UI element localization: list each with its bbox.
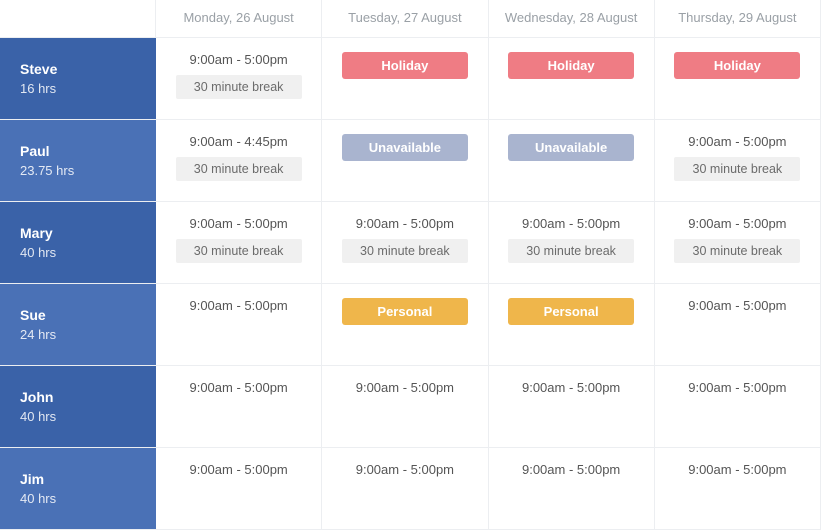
employee-hours: 40 hrs bbox=[20, 491, 136, 506]
shift-cell[interactable]: Holiday bbox=[489, 38, 655, 120]
shift-cell[interactable]: 9:00am - 5:00pm bbox=[322, 366, 488, 448]
employee-name: Paul bbox=[20, 143, 136, 159]
shift-time: 9:00am - 5:00pm bbox=[688, 462, 786, 477]
shift-time: 9:00am - 5:00pm bbox=[522, 380, 620, 395]
employee-name: Jim bbox=[20, 471, 136, 487]
shift-time: 9:00am - 5:00pm bbox=[688, 216, 786, 231]
shift-cell[interactable]: Unavailable bbox=[322, 120, 488, 202]
status-badge-holiday: Holiday bbox=[508, 52, 634, 79]
employee-cell-john[interactable]: John 40 hrs bbox=[0, 366, 156, 448]
shift-cell[interactable]: 9:00am - 5:00pm bbox=[489, 366, 655, 448]
shift-cell[interactable]: 9:00am - 5:00pm bbox=[655, 284, 821, 366]
employee-name: Steve bbox=[20, 61, 136, 77]
shift-cell[interactable]: 9:00am - 5:00pm bbox=[322, 448, 488, 530]
shift-time: 9:00am - 5:00pm bbox=[356, 380, 454, 395]
shift-time: 9:00am - 5:00pm bbox=[356, 462, 454, 477]
shift-time: 9:00am - 5:00pm bbox=[522, 462, 620, 477]
day-header: Thursday, 29 August bbox=[655, 0, 821, 38]
shift-cell[interactable]: 9:00am - 5:00pm 30 minute break bbox=[156, 38, 322, 120]
schedule-grid: Monday, 26 August Tuesday, 27 August Wed… bbox=[0, 0, 821, 530]
employee-cell-steve[interactable]: Steve 16 hrs bbox=[0, 38, 156, 120]
shift-time: 9:00am - 5:00pm bbox=[189, 216, 287, 231]
shift-cell[interactable]: 9:00am - 4:45pm 30 minute break bbox=[156, 120, 322, 202]
shift-time: 9:00am - 5:00pm bbox=[189, 298, 287, 313]
shift-time: 9:00am - 5:00pm bbox=[356, 216, 454, 231]
employee-name: Sue bbox=[20, 307, 136, 323]
shift-time: 9:00am - 5:00pm bbox=[688, 298, 786, 313]
shift-break: 30 minute break bbox=[674, 239, 800, 263]
shift-break: 30 minute break bbox=[342, 239, 468, 263]
day-header: Monday, 26 August bbox=[156, 0, 322, 38]
status-badge-personal: Personal bbox=[508, 298, 634, 325]
shift-cell[interactable]: 9:00am - 5:00pm bbox=[156, 366, 322, 448]
shift-cell[interactable]: 9:00am - 5:00pm bbox=[156, 448, 322, 530]
employee-cell-paul[interactable]: Paul 23.75 hrs bbox=[0, 120, 156, 202]
shift-break: 30 minute break bbox=[508, 239, 634, 263]
shift-cell[interactable]: Personal bbox=[489, 284, 655, 366]
shift-cell[interactable]: 9:00am - 5:00pm bbox=[655, 448, 821, 530]
shift-time: 9:00am - 4:45pm bbox=[189, 134, 287, 149]
shift-cell[interactable]: 9:00am - 5:00pm 30 minute break bbox=[489, 202, 655, 284]
employee-name: John bbox=[20, 389, 136, 405]
employee-cell-sue[interactable]: Sue 24 hrs bbox=[0, 284, 156, 366]
status-badge-unavailable: Unavailable bbox=[342, 134, 468, 161]
shift-time: 9:00am - 5:00pm bbox=[189, 462, 287, 477]
shift-break: 30 minute break bbox=[176, 239, 302, 263]
header-empty bbox=[0, 0, 156, 38]
shift-cell[interactable]: Unavailable bbox=[489, 120, 655, 202]
shift-time: 9:00am - 5:00pm bbox=[189, 52, 287, 67]
shift-cell[interactable]: Holiday bbox=[655, 38, 821, 120]
shift-cell[interactable]: Holiday bbox=[322, 38, 488, 120]
status-badge-unavailable: Unavailable bbox=[508, 134, 634, 161]
day-header: Tuesday, 27 August bbox=[322, 0, 488, 38]
shift-cell[interactable]: Personal bbox=[322, 284, 488, 366]
shift-cell[interactable]: 9:00am - 5:00pm 30 minute break bbox=[655, 202, 821, 284]
employee-hours: 24 hrs bbox=[20, 327, 136, 342]
shift-break: 30 minute break bbox=[176, 157, 302, 181]
employee-cell-jim[interactable]: Jim 40 hrs bbox=[0, 448, 156, 530]
status-badge-holiday: Holiday bbox=[674, 52, 800, 79]
employee-hours: 40 hrs bbox=[20, 245, 136, 260]
shift-time: 9:00am - 5:00pm bbox=[688, 380, 786, 395]
shift-time: 9:00am - 5:00pm bbox=[189, 380, 287, 395]
employee-cell-mary[interactable]: Mary 40 hrs bbox=[0, 202, 156, 284]
shift-break: 30 minute break bbox=[176, 75, 302, 99]
shift-time: 9:00am - 5:00pm bbox=[522, 216, 620, 231]
shift-break: 30 minute break bbox=[674, 157, 800, 181]
shift-cell[interactable]: 9:00am - 5:00pm bbox=[156, 284, 322, 366]
employee-hours: 40 hrs bbox=[20, 409, 136, 424]
employee-hours: 16 hrs bbox=[20, 81, 136, 96]
shift-time: 9:00am - 5:00pm bbox=[688, 134, 786, 149]
employee-name: Mary bbox=[20, 225, 136, 241]
shift-cell[interactable]: 9:00am - 5:00pm bbox=[655, 366, 821, 448]
shift-cell[interactable]: 9:00am - 5:00pm 30 minute break bbox=[655, 120, 821, 202]
shift-cell[interactable]: 9:00am - 5:00pm 30 minute break bbox=[156, 202, 322, 284]
shift-cell[interactable]: 9:00am - 5:00pm 30 minute break bbox=[322, 202, 488, 284]
status-badge-holiday: Holiday bbox=[342, 52, 468, 79]
employee-hours: 23.75 hrs bbox=[20, 163, 136, 178]
status-badge-personal: Personal bbox=[342, 298, 468, 325]
shift-cell[interactable]: 9:00am - 5:00pm bbox=[489, 448, 655, 530]
day-header: Wednesday, 28 August bbox=[489, 0, 655, 38]
